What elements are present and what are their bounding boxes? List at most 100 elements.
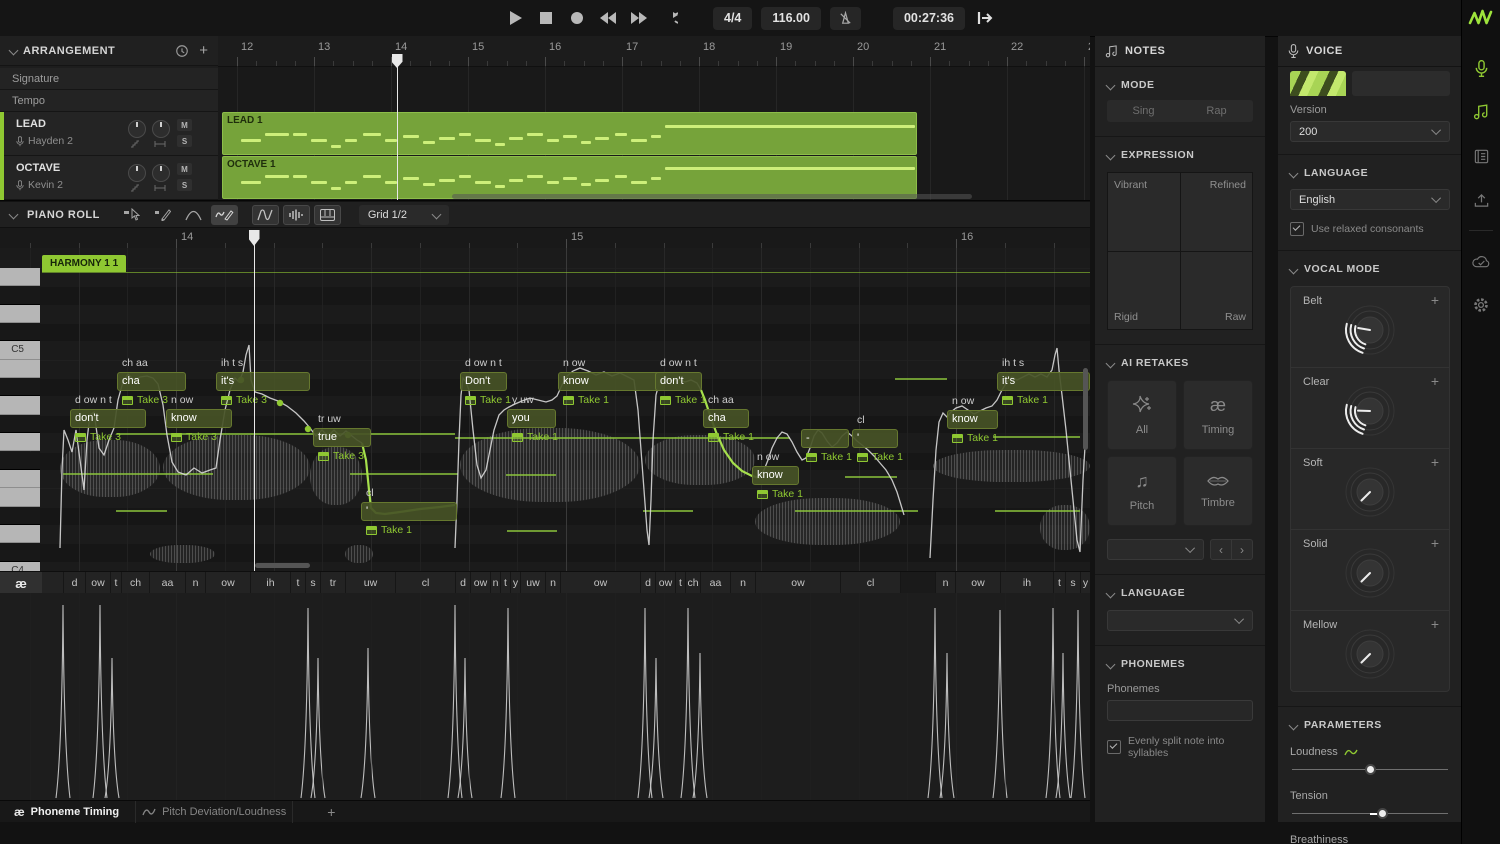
note-take-label[interactable]: Take 3 [171,431,217,443]
note-language-section-title[interactable]: LANGUAGE [1107,582,1253,604]
phoneme-cell[interactable]: d [63,572,85,594]
phonemes-input[interactable] [1107,700,1253,721]
pan-knob[interactable] [152,164,170,182]
signature-row[interactable]: Signature [0,68,218,90]
expression-section-title[interactable]: EXPRESSION [1107,144,1253,166]
phoneme-cell[interactable]: ch [685,572,700,594]
voice-language-dropdown[interactable]: English [1290,189,1450,210]
pitch-pen-tool-icon[interactable] [211,205,238,225]
white-key[interactable]: C4 [0,562,40,571]
note-language-dropdown[interactable] [1107,610,1253,631]
mode-rap-button[interactable]: Rap [1180,100,1253,122]
version-dropdown[interactable]: 200 [1290,121,1450,142]
time-signature-display[interactable]: 4/4 [713,7,752,30]
note-take-label[interactable]: Take 1 [512,431,558,443]
notes-tab-icon[interactable] [1462,90,1500,134]
black-key[interactable] [0,415,40,433]
phoneme-cell[interactable]: d [640,572,655,594]
phoneme-cell[interactable] [900,572,935,594]
black-key[interactable] [0,452,40,470]
note[interactable]: don't [70,409,146,428]
vocal-mode-section-title[interactable]: VOCAL MODE [1290,258,1450,280]
black-key[interactable] [0,543,40,561]
stop-button[interactable] [535,7,557,29]
note-take-label[interactable]: Take 1 [366,524,412,536]
phoneme-cell[interactable]: ow [85,572,110,594]
phoneme-cell[interactable]: uw [345,572,395,594]
vocal-mode-knob[interactable] [1341,625,1399,683]
mode-sing-button[interactable]: Sing [1107,100,1180,122]
white-key[interactable]: C5 [0,341,40,359]
phoneme-cell[interactable]: ow [205,572,250,594]
phoneme-cell[interactable]: ih [250,572,290,594]
group-tag[interactable]: HARMONY 1 1 [42,255,126,272]
note-take-label[interactable]: Take 3 [122,394,168,406]
next-retake-button[interactable]: › [1231,540,1252,559]
metronome-toggle[interactable] [830,7,861,30]
add-automation-button[interactable]: + [1431,373,1439,389]
track-singer[interactable]: Hayden 2 [16,135,73,147]
note-take-label[interactable]: Take 1 [465,394,511,406]
slider-thumb[interactable] [1365,764,1376,775]
track-header-lead[interactable]: LEAD Hayden 2 M S [0,112,218,156]
note-take-label[interactable]: Take 1 [757,488,803,500]
note[interactable]: ' [361,502,457,521]
black-key[interactable] [0,323,40,341]
tempo-row[interactable]: Tempo [0,90,218,112]
play-button[interactable] [504,7,526,29]
note[interactable]: don't [655,372,702,391]
voice-language-section-title[interactable]: LANGUAGE [1290,162,1450,184]
solo-button[interactable]: S [177,135,192,147]
collapse-piano-roll-icon[interactable] [9,210,19,220]
phoneme-cell[interactable]: y [1080,572,1090,594]
clip[interactable]: OCTAVE 1 [222,156,917,199]
piano-roll-canvas[interactable]: HARMONY 1 1 C5C4 don'td ow n tTake 3chac… [0,248,1090,571]
phoneme-cell[interactable]: aa [149,572,185,594]
note-take-label[interactable]: Take 1 [563,394,609,406]
phoneme-cell[interactable]: cl [840,572,900,594]
pan-knob[interactable] [152,120,170,138]
note-take-label[interactable]: Take 1 [952,432,998,444]
volume-knob[interactable] [128,120,146,138]
grid-size-dropdown[interactable]: Grid 1/2 [359,205,449,225]
library-icon[interactable] [1462,134,1500,178]
phoneme-cell[interactable]: ow [560,572,640,594]
collapse-arrangement-icon[interactable] [9,46,19,56]
expression-pad[interactable]: Vibrant Refined Rigid Raw [1107,172,1253,330]
pitch-display-toggle-icon[interactable] [252,205,279,225]
cloud-sync-icon[interactable] [1462,239,1500,283]
settings-gear-icon[interactable] [1462,283,1500,327]
piano-roll-h-scrollbar[interactable] [255,563,310,568]
phoneme-cell[interactable]: ow [955,572,1000,594]
note[interactable]: you [507,409,556,428]
note-take-label[interactable]: Take 1 [708,431,754,443]
note-take-label[interactable]: Take 1 [806,451,852,463]
retake-timing-button[interactable]: æTiming [1183,380,1253,450]
curve-tool-icon[interactable] [180,205,207,225]
white-key[interactable] [0,268,40,286]
phoneme-cell[interactable]: t [290,572,305,594]
parameter-slider[interactable] [1290,804,1450,824]
black-key[interactable] [0,507,40,525]
note-take-label[interactable]: Take 1 [1002,394,1048,406]
note[interactable]: - [801,429,849,448]
note[interactable]: know [752,466,799,485]
phoneme-cell[interactable]: s [305,572,320,594]
phoneme-cell[interactable]: uw [520,572,545,594]
white-key[interactable] [0,525,40,543]
phoneme-cell[interactable]: ch [121,572,149,594]
note[interactable]: true [313,428,371,447]
add-automation-button[interactable]: + [1431,535,1439,551]
piano-keyboard[interactable]: C5 C4 [0,248,40,571]
arrangement-ruler[interactable]: 121314151617181920212223 [218,36,1090,67]
phoneme-cell[interactable]: y [510,572,520,594]
horizontal-scrollbar[interactable] [452,194,972,199]
parameters-section-title[interactable]: PARAMETERS [1290,714,1450,736]
vocal-mode-knob[interactable] [1341,463,1399,521]
voice-identity-row[interactable] [1278,71,1462,96]
previous-retake-button[interactable]: ‹ [1211,540,1231,559]
mute-button[interactable]: M [177,163,192,175]
phoneme-cell[interactable]: ow [755,572,840,594]
arrangement-settings-icon[interactable] [175,44,189,58]
note-take-label[interactable]: Take 1 [660,394,706,406]
